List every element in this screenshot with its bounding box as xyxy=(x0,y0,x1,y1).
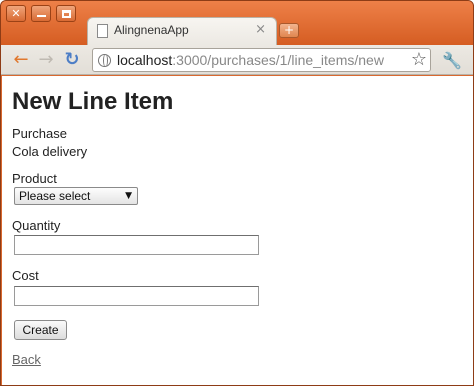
purchase-value: Cola delivery xyxy=(12,144,88,159)
browser-toolbar: ← → ↻ localhost:3000/purchases/1/line_it… xyxy=(1,45,473,75)
create-button[interactable]: Create xyxy=(14,320,67,340)
forward-arrow-icon[interactable]: → xyxy=(35,49,57,71)
new-tab-button[interactable]: + xyxy=(279,23,299,38)
window-close-button[interactable]: ✕ xyxy=(6,5,26,22)
bookmark-star-icon[interactable]: ☆ xyxy=(411,49,427,70)
tab-close-icon[interactable]: × xyxy=(255,22,266,37)
maximize-icon xyxy=(62,10,71,18)
page-content: New Line Item Purchase Cola delivery Pro… xyxy=(2,76,473,385)
cost-field[interactable] xyxy=(14,286,259,306)
browser-window: ✕ AlingnenaApp × + ← → ↻ localhost:3000/… xyxy=(0,0,474,386)
globe-icon xyxy=(98,54,111,67)
wrench-icon[interactable]: 🔧 xyxy=(441,50,463,72)
product-label: Product xyxy=(12,171,57,186)
product-select[interactable]: Please select ▼ xyxy=(14,187,138,205)
url-path: :3000/purchases/1/line_items/new xyxy=(172,52,384,68)
window-maximize-button[interactable] xyxy=(56,5,76,22)
purchase-label: Purchase xyxy=(12,126,67,141)
url-text: localhost:3000/purchases/1/line_items/ne… xyxy=(117,52,384,68)
close-icon: ✕ xyxy=(11,7,21,20)
minimize-icon xyxy=(37,15,46,17)
back-arrow-icon[interactable]: ← xyxy=(10,49,32,71)
page-icon xyxy=(97,24,108,38)
browser-tab[interactable]: AlingnenaApp × xyxy=(87,17,277,45)
page-title: New Line Item xyxy=(12,88,174,115)
reload-icon[interactable]: ↻ xyxy=(61,49,83,71)
back-link[interactable]: Back xyxy=(12,352,41,367)
address-bar[interactable]: localhost:3000/purchases/1/line_items/ne… xyxy=(92,48,431,72)
url-host: localhost xyxy=(117,52,173,68)
window-minimize-button[interactable] xyxy=(31,5,51,22)
dropdown-arrow-icon: ▼ xyxy=(125,191,132,201)
quantity-label: Quantity xyxy=(12,218,61,233)
cost-label: Cost xyxy=(12,268,39,283)
quantity-field[interactable] xyxy=(14,235,259,255)
tab-title: AlingnenaApp xyxy=(114,23,189,37)
title-bar: ✕ AlingnenaApp × + xyxy=(1,1,473,45)
product-selected-value: Please select xyxy=(19,189,91,203)
